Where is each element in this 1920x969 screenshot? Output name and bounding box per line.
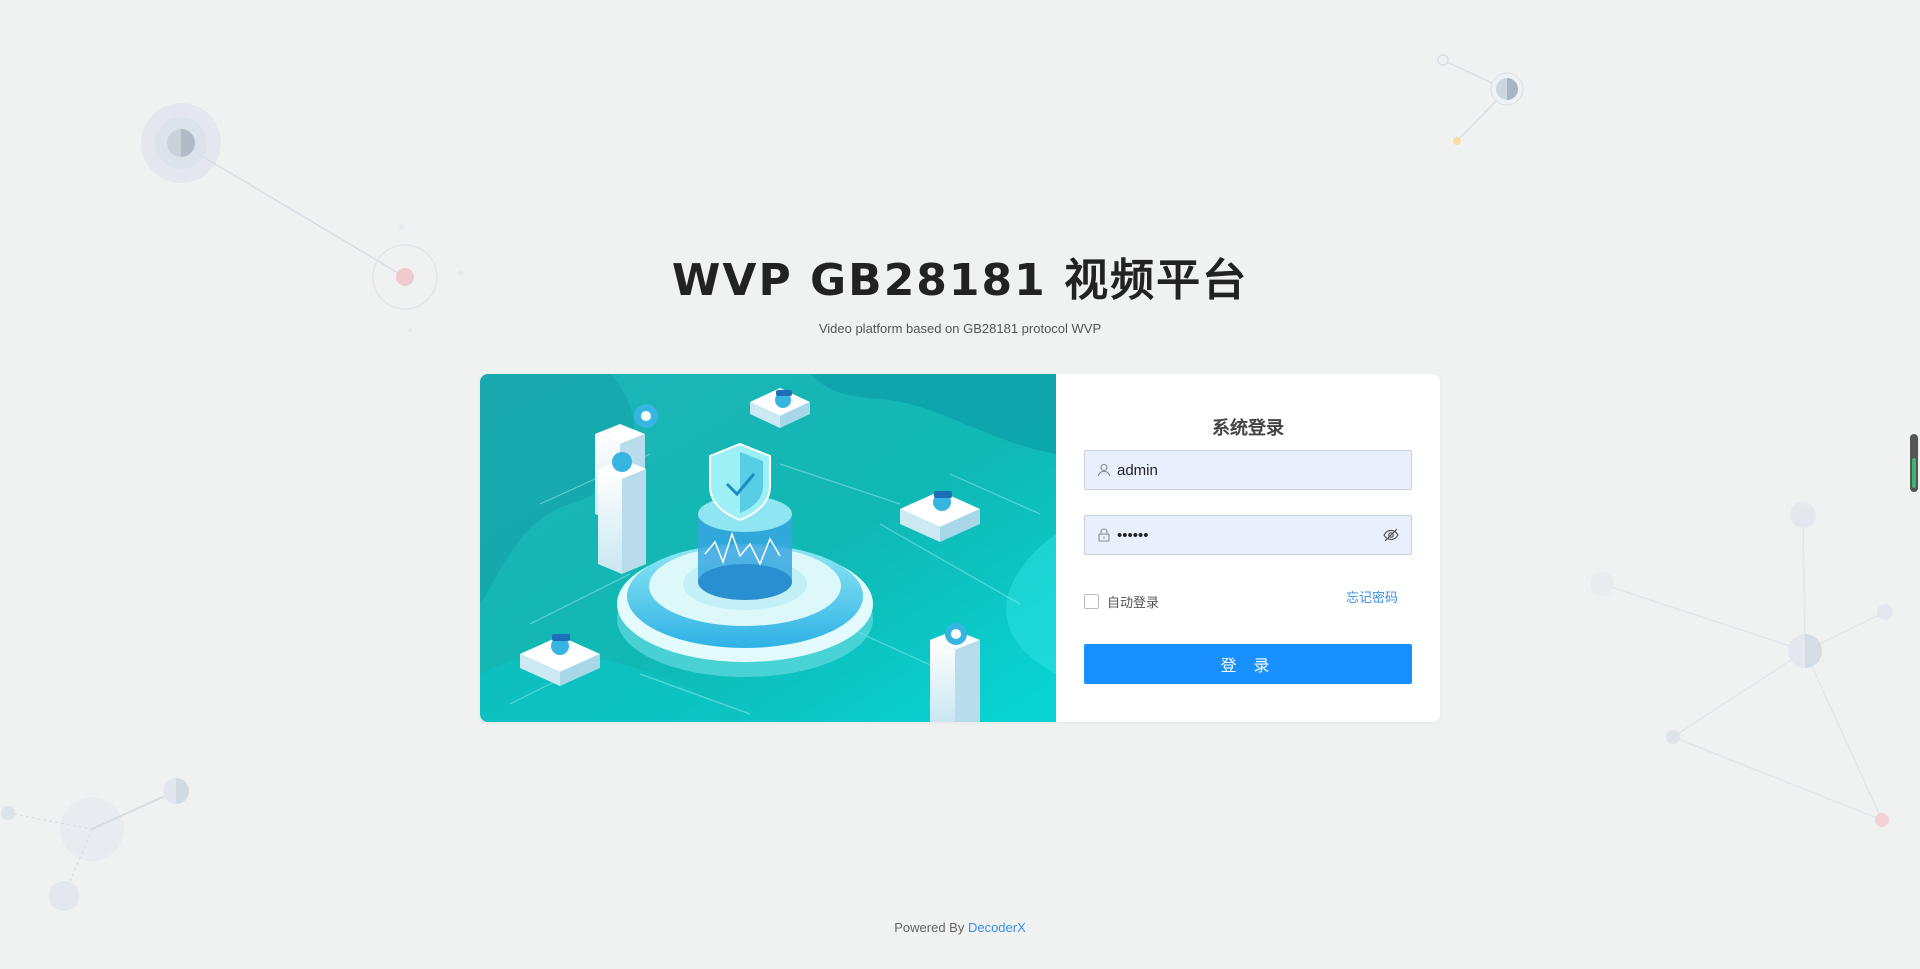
page-subtitle: Video platform based on GB28181 protocol…	[818, 321, 1102, 336]
username-input[interactable]	[1115, 451, 1375, 489]
remember-checkbox[interactable]	[1084, 593, 1099, 609]
footer: Powered By DecoderX	[0, 920, 1920, 935]
location-pin-icon	[930, 623, 980, 722]
scrollbar-thumb[interactable]	[1910, 434, 1918, 492]
password-field[interactable]	[1084, 515, 1412, 555]
scrollbar-indicator	[1912, 458, 1916, 488]
login-form: 系统登录 自动登录 忘记密码 登	[1056, 374, 1440, 722]
remember-label: 自动登录	[1107, 595, 1160, 611]
login-button[interactable]: 登 录	[1084, 644, 1412, 684]
login-title: 系统登录	[1212, 418, 1284, 439]
remember-me[interactable]: 自动登录	[1084, 592, 1160, 611]
user-icon	[1097, 463, 1111, 477]
forgot-password-link[interactable]: 忘记密码	[1346, 587, 1398, 606]
username-field[interactable]	[1084, 450, 1412, 490]
security-illustration	[480, 374, 1056, 722]
lock-icon	[1098, 528, 1110, 542]
password-input[interactable]	[1115, 516, 1375, 554]
page-title: WVP GB28181 视频平台	[671, 255, 1249, 306]
brand-link[interactable]: DecoderX	[968, 920, 1026, 935]
powered-by-label: Powered By	[894, 920, 965, 935]
login-card: 系统登录 自动登录 忘记密码 登	[480, 374, 1440, 722]
eye-off-icon[interactable]	[1383, 528, 1399, 542]
